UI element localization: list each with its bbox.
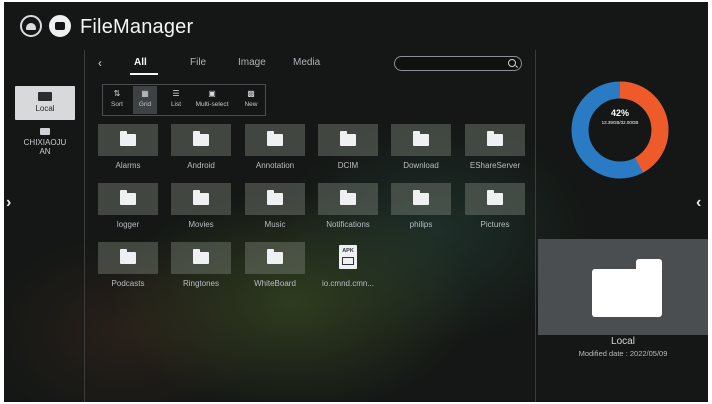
multi-select-icon: ▣: [208, 89, 216, 98]
file-name: Music: [264, 220, 286, 229]
apk-file-icon: APK: [339, 245, 357, 269]
multi-select-label: Multi-select: [195, 101, 229, 108]
folder-icon: [193, 131, 209, 146]
folder-item[interactable]: Annotation: [245, 124, 305, 170]
folder-icon: [267, 190, 283, 205]
file-name: io.cmnd.cmn...: [321, 279, 374, 288]
file-name: Ringtones: [182, 279, 220, 288]
preview-name: Local: [611, 336, 635, 347]
tab-image[interactable]: Image: [238, 57, 266, 68]
file-name: Alarms: [115, 161, 141, 170]
new-label: New: [244, 101, 258, 108]
grid-button[interactable]: ▦ Grid: [133, 86, 157, 114]
sidebar-item-usb[interactable]: CHIXIAOJUAN: [15, 128, 75, 156]
app-title: FileManager: [80, 16, 194, 38]
folder-item[interactable]: Download: [391, 124, 451, 170]
file-name: Annotation: [255, 161, 295, 170]
folder-item[interactable]: philips: [391, 183, 451, 229]
usb-drive-icon: [40, 128, 50, 135]
file-name: WhiteBoard: [254, 279, 296, 288]
folder-icon: [120, 131, 136, 146]
folder-item[interactable]: DCIM: [318, 124, 378, 170]
sort-button[interactable]: ⇅ Sort: [105, 86, 129, 114]
apk-badge: APK: [342, 248, 354, 254]
folder-item[interactable]: Pictures: [465, 183, 525, 229]
folder-item[interactable]: Notifications: [318, 183, 378, 229]
sidebar: Local CHIXIAOJUAN: [4, 50, 85, 402]
sidebar-item-label: Local: [35, 104, 55, 113]
folder-icon: [267, 249, 283, 264]
storage-used-total: 13.39GB/32.00GB: [601, 120, 639, 125]
file-name: Pictures: [480, 220, 510, 229]
folder-item[interactable]: Movies: [171, 183, 231, 229]
file-name: DCIM: [337, 161, 359, 170]
sidebar-item-label: CHIXIAOJUAN: [23, 138, 67, 156]
file-name: Podcasts: [111, 279, 145, 288]
tab-media[interactable]: Media: [293, 57, 320, 68]
tab-all[interactable]: All: [134, 57, 147, 68]
back-circle-icon[interactable]: [20, 15, 42, 37]
folder-icon: [592, 259, 662, 317]
folder-item[interactable]: Music: [245, 183, 305, 229]
preview-modified-date: Modified date : 2022/05/09: [578, 349, 668, 358]
new-folder-button[interactable]: ▩ New: [239, 86, 263, 114]
category-tabs: ‹ All File Image Media: [92, 54, 532, 76]
folder-icon: [340, 190, 356, 205]
storage-percent: 42%: [610, 108, 629, 118]
sidebar-item-local[interactable]: Local: [15, 86, 75, 120]
folder-icon: [340, 131, 356, 146]
multi-select-button[interactable]: ▣ Multi-select: [191, 86, 233, 114]
list-label: List: [170, 101, 182, 108]
selection-preview: [538, 239, 708, 335]
chevron-left-icon[interactable]: ‹: [98, 56, 102, 70]
folder-circle-icon: [49, 15, 71, 37]
folder-icon: [193, 190, 209, 205]
folder-icon: [120, 249, 136, 264]
new-folder-icon: ▩: [247, 89, 255, 98]
folder-item[interactable]: Alarms: [98, 124, 158, 170]
file-name: logger: [116, 220, 140, 229]
grid-label: Grid: [138, 101, 152, 108]
view-toolbar: ⇅ Sort ▦ Grid ☰ List ▣ Multi-select ▩ Ne…: [102, 84, 266, 116]
folder-icon: [413, 131, 429, 146]
folder-item[interactable]: EShareServer: [465, 124, 525, 170]
list-button[interactable]: ☰ List: [165, 86, 187, 114]
file-name: EShareServer: [469, 161, 521, 170]
file-name: Download: [403, 161, 439, 170]
folder-icon: [267, 131, 283, 146]
folder-item[interactable]: Ringtones: [171, 242, 231, 288]
sort-icon: ⇅: [113, 89, 121, 98]
folder-icon: [487, 131, 503, 146]
tab-file[interactable]: File: [190, 57, 206, 68]
panel-divider: [535, 50, 536, 402]
storage-donut-chart: 42% 13.39GB/32.00GB: [570, 80, 670, 180]
folder-icon: [120, 190, 136, 205]
file-name: Android: [187, 161, 215, 170]
expand-left-icon[interactable]: ›: [6, 194, 11, 212]
folder-icon: [193, 249, 209, 264]
search-input[interactable]: [394, 56, 522, 71]
folder-item[interactable]: WhiteBoard: [245, 242, 305, 288]
monitor-icon: [38, 92, 52, 101]
apk-file-item[interactable]: APK io.cmnd.cmn...: [318, 242, 378, 288]
file-name: Movies: [188, 220, 214, 229]
file-name: philips: [409, 220, 433, 229]
active-tab-indicator: [130, 73, 158, 75]
header: FileManager: [4, 2, 708, 50]
file-manager-screen: FileManager Local CHIXIAOJUAN › ‹ All Fi…: [4, 2, 708, 402]
list-icon: ☰: [172, 89, 180, 98]
expand-right-icon[interactable]: ‹: [696, 194, 701, 212]
folder-icon: [413, 190, 429, 205]
grid-icon: ▦: [141, 89, 149, 98]
folder-item[interactable]: logger: [98, 183, 158, 229]
folder-icon: [487, 190, 503, 205]
folder-item[interactable]: Podcasts: [98, 242, 158, 288]
sort-label: Sort: [111, 101, 123, 108]
folder-item[interactable]: Android: [171, 124, 231, 170]
file-name: Notifications: [326, 220, 370, 229]
search-icon[interactable]: [508, 59, 516, 67]
